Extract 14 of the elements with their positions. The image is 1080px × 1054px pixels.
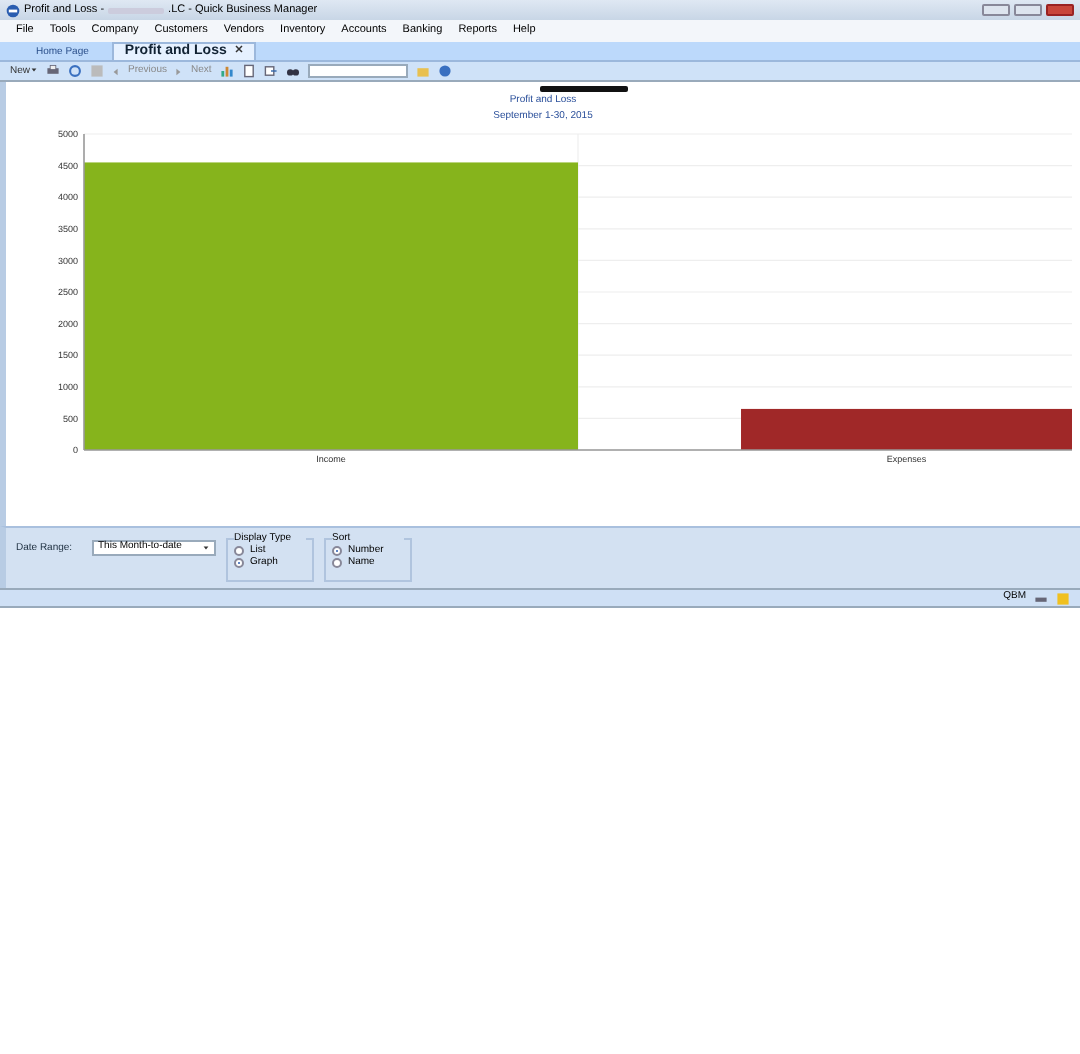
- binoculars-icon[interactable]: [285, 64, 300, 78]
- search-field[interactable]: [307, 64, 408, 78]
- refresh-icon[interactable]: [68, 64, 83, 78]
- printer-icon[interactable]: [46, 64, 61, 78]
- chart-icon[interactable]: [219, 64, 234, 78]
- help-icon[interactable]: [437, 64, 452, 78]
- export-icon[interactable]: [263, 64, 278, 78]
- close-tab-icon[interactable]: [234, 44, 245, 55]
- note-icon: [1056, 591, 1070, 605]
- maximize-button[interactable]: [1014, 4, 1042, 16]
- caret-icon[interactable]: [202, 544, 210, 552]
- minimize-button[interactable]: [982, 4, 1010, 16]
- redacted-mark: [539, 86, 627, 92]
- document-icon[interactable]: [241, 64, 256, 78]
